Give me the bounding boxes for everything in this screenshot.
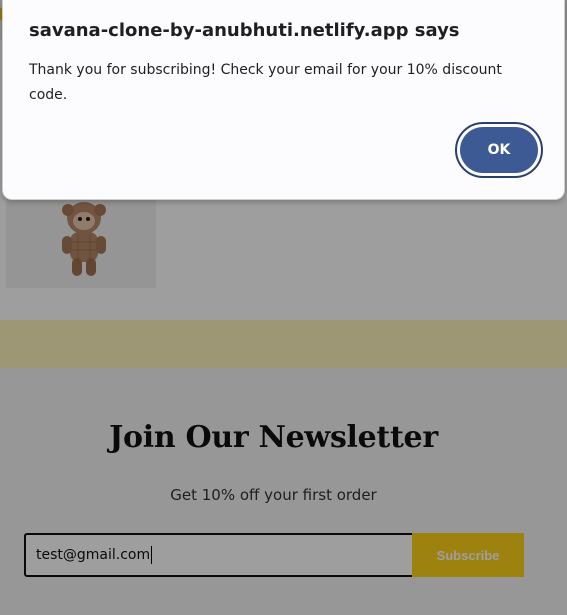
dialog-title: savana-clone-by-anubhuti.netlify.app say… (29, 20, 460, 41)
ok-button[interactable]: OK (460, 127, 538, 173)
ok-button-focus-ring: OK (455, 122, 543, 178)
dialog-message: Thank you for subscribing! Check your em… (29, 62, 502, 103)
alert-dialog: savana-clone-by-anubhuti.netlify.app say… (2, 0, 565, 200)
